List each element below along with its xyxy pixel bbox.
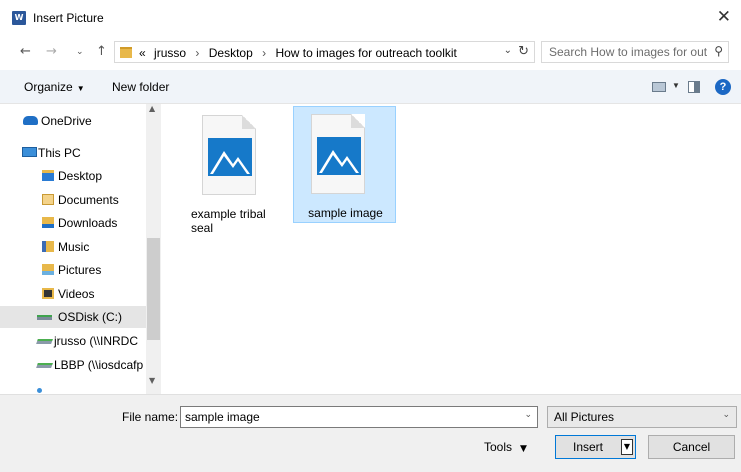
nav-item-onedrive[interactable]: OneDrive — [0, 110, 146, 132]
chevron-down-icon: ⌄ — [722, 410, 730, 420]
help-icon[interactable]: ? — [715, 79, 731, 95]
nav-item-label: jrusso (\\INRDC — [54, 334, 139, 348]
nav-item-desktop[interactable]: Desktop — [0, 165, 146, 187]
close-button[interactable]: ✕ — [717, 7, 731, 27]
search-box[interactable]: ⚲ — [541, 41, 729, 63]
videos-folder-icon — [42, 288, 54, 299]
nav-item-music[interactable]: Music — [0, 236, 146, 258]
back-button[interactable]: ← — [20, 44, 31, 59]
view-dropdown-icon[interactable]: ▼ — [672, 81, 680, 90]
image-file-icon — [311, 114, 365, 194]
picture-icon — [208, 138, 252, 176]
tools-button[interactable]: Tools ▼ — [484, 440, 527, 454]
scroll-up-icon[interactable]: ▲ — [149, 104, 155, 113]
up-button[interactable]: ↑ — [96, 44, 107, 59]
caret-down-icon: ▼ — [76, 84, 85, 93]
insert-options-dropdown[interactable]: ▼ — [621, 439, 633, 455]
nav-item-partial[interactable] — [0, 382, 146, 394]
network-drive-icon — [36, 339, 53, 344]
nav-item-label: OneDrive — [41, 114, 92, 128]
file-view[interactable]: example tribal seal sample image — [161, 104, 741, 394]
organize-button[interactable]: Organize ▼ — [24, 80, 85, 94]
downloads-folder-icon — [42, 217, 54, 228]
recent-locations-chevron-icon[interactable]: ⌄ — [76, 47, 84, 57]
command-bar: Organize ▼ New folder ▼ ? — [0, 70, 741, 104]
pictures-folder-icon — [42, 264, 54, 275]
nav-item-label: LBBP (\\iosdcafp — [54, 358, 144, 372]
drive-icon — [37, 315, 52, 320]
nav-item-osdisk[interactable]: OSDisk (C:) — [0, 306, 146, 328]
tools-label: Tools — [484, 440, 513, 454]
breadcrumb-item[interactable]: How to images for outreach toolkit — [275, 46, 456, 60]
address-dropdown-icon[interactable]: ⌄ — [504, 45, 512, 56]
navigation-scrollbar[interactable]: ▲ ▼ — [146, 104, 161, 394]
file-name-field[interactable] — [181, 407, 521, 427]
network-drive-icon — [36, 363, 53, 368]
window-title: Insert Picture — [33, 11, 104, 25]
search-icon[interactable]: ⚲ — [714, 44, 723, 58]
file-type-select[interactable]: All Pictures ⌄ — [547, 406, 737, 428]
file-name-label: File name: — [122, 410, 179, 424]
folder-icon — [120, 47, 132, 58]
cloud-icon — [23, 116, 38, 125]
nav-item-videos[interactable]: Videos — [0, 283, 146, 305]
cancel-button[interactable]: Cancel — [648, 435, 735, 459]
word-icon: W — [12, 11, 26, 25]
nav-item-network-jrusso[interactable]: jrusso (\\INRDC — [0, 330, 146, 352]
insert-button[interactable]: Insert ▼ — [555, 435, 636, 459]
search-input[interactable] — [542, 42, 707, 62]
navigation-pane: OneDrive This PC Desktop Documents Downl… — [0, 104, 146, 394]
file-name: sample image — [308, 206, 383, 220]
nav-item-label: OSDisk (C:) — [58, 310, 122, 324]
caret-down-icon: ▼ — [520, 444, 527, 454]
address-bar[interactable]: « jrusso › Desktop › How to images for o… — [114, 41, 535, 63]
nav-item-downloads[interactable]: Downloads — [0, 212, 146, 234]
organize-label: Organize — [24, 80, 73, 94]
breadcrumb-item[interactable]: Desktop — [209, 46, 253, 60]
nav-item-documents[interactable]: Documents — [0, 189, 146, 211]
network-icon — [37, 388, 42, 393]
nav-item-label: Videos — [58, 287, 95, 301]
title-bar: W Insert Picture ✕ — [0, 0, 741, 36]
breadcrumb-overflow[interactable]: « — [139, 46, 146, 60]
address-row: ← → ⌄ ↑ « jrusso › Desktop › How to imag… — [0, 36, 741, 68]
picture-icon — [317, 137, 361, 175]
insert-label: Insert — [572, 440, 603, 454]
nav-item-label: Documents — [58, 193, 119, 207]
image-file-icon — [202, 115, 256, 195]
breadcrumb: « jrusso › Desktop › How to images for o… — [139, 46, 457, 60]
nav-item-label: This PC — [38, 146, 81, 160]
chevron-down-icon[interactable]: ⌄ — [524, 410, 532, 420]
nav-item-label: Music — [58, 240, 90, 254]
file-name-combo[interactable]: ⌄ — [180, 406, 538, 428]
nav-item-pictures[interactable]: Pictures — [0, 259, 146, 281]
nav-item-label: Desktop — [58, 169, 103, 183]
breadcrumb-separator: › — [262, 46, 267, 60]
nav-item-this-pc[interactable]: This PC — [0, 142, 146, 164]
new-folder-button[interactable]: New folder — [112, 80, 169, 94]
file-name: example tribal seal — [191, 207, 266, 235]
nav-item-label: Downloads — [58, 216, 118, 230]
scrollbar-thumb[interactable] — [147, 238, 160, 340]
view-options-icon[interactable] — [652, 82, 666, 92]
preview-pane-icon[interactable] — [688, 81, 700, 93]
file-item[interactable]: example tribal seal — [185, 108, 288, 235]
nav-item-label: Pictures — [58, 263, 102, 277]
nav-item-network-lbbp[interactable]: LBBP (\\iosdcafp — [0, 354, 146, 376]
breadcrumb-separator: › — [195, 46, 200, 60]
dialog-footer: File name: ⌄ All Pictures ⌄ Tools ▼ Inser… — [0, 394, 741, 472]
music-folder-icon — [42, 241, 54, 252]
documents-folder-icon — [42, 194, 54, 205]
scroll-down-icon[interactable]: ▼ — [149, 376, 155, 385]
desktop-folder-icon — [42, 170, 54, 181]
computer-icon — [22, 147, 37, 157]
forward-button[interactable]: → — [46, 44, 57, 59]
refresh-icon[interactable]: ↻ — [518, 44, 529, 59]
file-type-value: All Pictures — [554, 410, 615, 424]
file-item-selected[interactable]: sample image — [293, 106, 396, 223]
breadcrumb-item[interactable]: jrusso — [149, 46, 186, 60]
